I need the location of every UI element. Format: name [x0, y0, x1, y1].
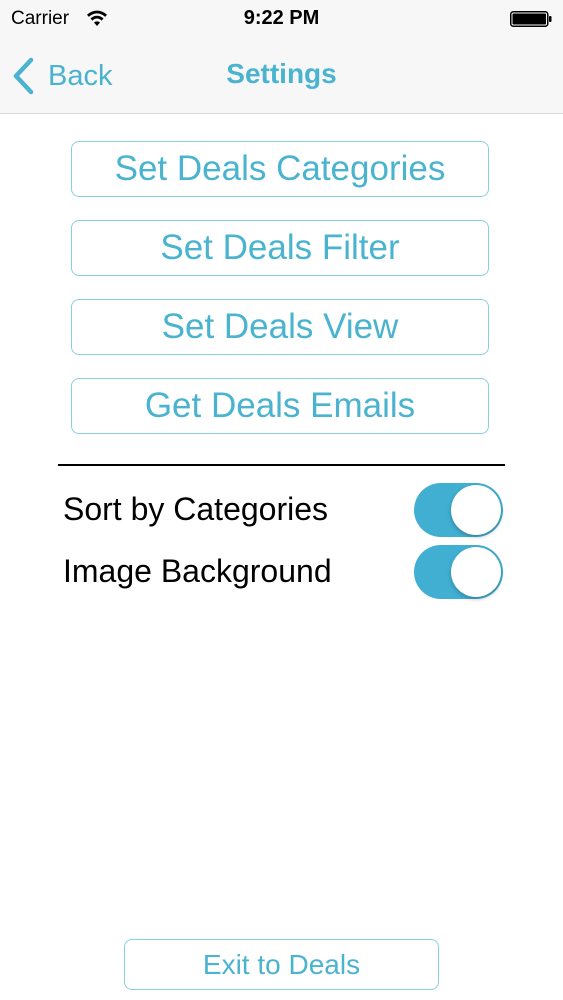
toggle-knob — [451, 485, 501, 535]
page-title: Settings — [226, 58, 337, 89]
exit-to-deals-button[interactable]: Exit to Deals — [124, 939, 439, 990]
sort-by-categories-toggle[interactable] — [414, 483, 503, 537]
battery-icon — [510, 11, 552, 27]
image-background-row: Image Background — [63, 545, 506, 601]
sort-by-categories-row: Sort by Categories — [63, 483, 506, 539]
get-deals-emails-button[interactable]: Get Deals Emails — [71, 378, 489, 434]
set-deals-categories-button[interactable]: Set Deals Categories — [71, 141, 489, 197]
set-deals-view-button[interactable]: Set Deals View — [71, 299, 489, 355]
image-background-label: Image Background — [63, 553, 332, 589]
status-bar: Carrier 9:22 PM — [0, 0, 563, 38]
sort-by-categories-label: Sort by Categories — [63, 491, 329, 527]
image-background-toggle[interactable] — [414, 545, 503, 599]
status-time: 9:22 PM — [243, 7, 320, 29]
toggle-knob — [451, 547, 501, 597]
divider — [58, 464, 505, 466]
set-deals-filter-button[interactable]: Set Deals Filter — [71, 220, 489, 276]
navigation-bar: Back Settings — [0, 38, 563, 114]
